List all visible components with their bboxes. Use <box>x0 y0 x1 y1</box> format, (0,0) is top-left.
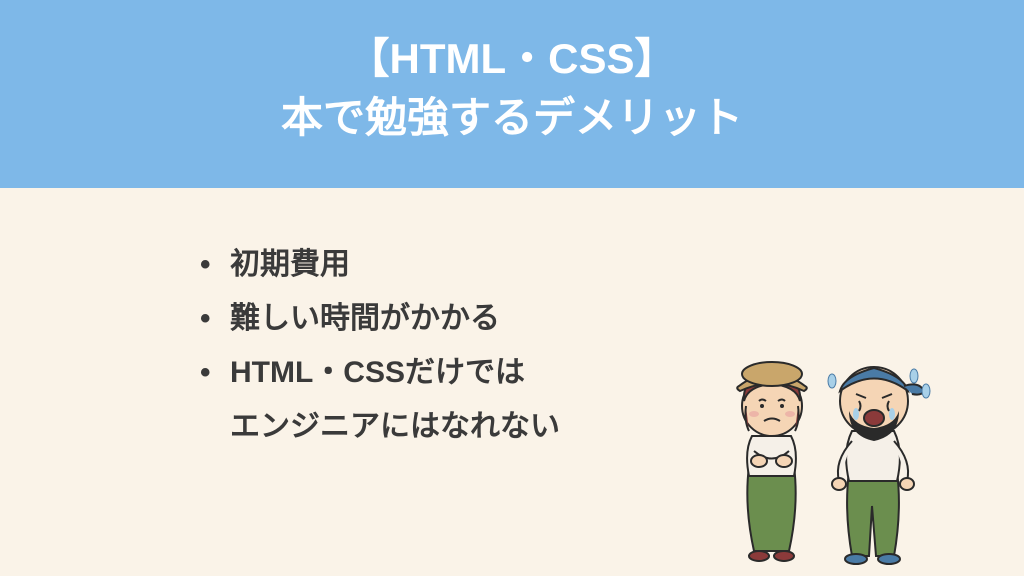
characters-illustration <box>704 306 964 566</box>
header-banner: 【HTML・CSS】 本で勉強するデメリット <box>0 0 1024 188</box>
page-title: 【HTML・CSS】 本で勉強するデメリット <box>20 30 1004 148</box>
character-worried-icon <box>737 362 807 561</box>
character-crying-icon <box>828 367 930 564</box>
bullet-text: 難しい時間がかかる <box>230 302 500 335</box>
title-line-2: 本で勉強するデメリット <box>281 94 743 141</box>
title-line-1: 【HTML・CSS】 <box>348 35 677 82</box>
list-item: 初期費用 <box>200 238 1024 292</box>
bullet-text: HTML・CSSだけでは <box>230 356 525 389</box>
bullet-text: 初期費用 <box>230 248 350 281</box>
